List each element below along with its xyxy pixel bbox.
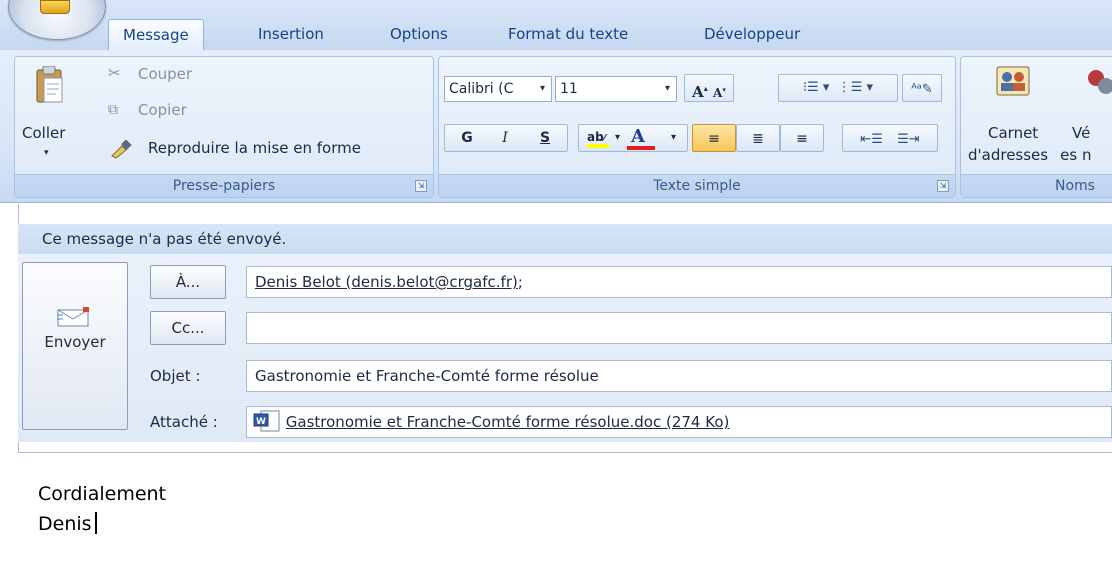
group-clipboard: Presse-papiers ⇲ <box>14 56 434 198</box>
check-names-button[interactable]: Vé les n <box>1060 60 1112 170</box>
info-bar: Ce message n'a pas été envoyé. <box>18 224 1112 254</box>
scissors-icon: ✂ <box>108 64 121 82</box>
subject-value: Gastronomie et Franche-Comté forme résol… <box>255 367 599 385</box>
subject-field[interactable]: Gastronomie et Franche-Comté forme résol… <box>246 360 1112 392</box>
align-center-button[interactable]: ≣ <box>736 124 780 152</box>
indent-group: ⇤☰ ☰⇥ <box>842 124 938 152</box>
grow-shrink-font-group: A▴ A▾ <box>684 74 734 102</box>
check-names-icon <box>1088 70 1112 94</box>
dropdown-arrow-icon: ▾ <box>44 148 49 158</box>
align-left-button[interactable]: ≡ <box>692 124 736 152</box>
body-line-2: Denis <box>38 512 97 535</box>
address-book-button[interactable]: Carnet d'adresses <box>962 60 1058 170</box>
check-names-label-2: les n <box>1060 146 1092 164</box>
numbering-icon[interactable]: ⋮☰ ▾ <box>838 80 873 95</box>
cut-label: Couper <box>138 65 193 83</box>
copy-label: Copier <box>138 101 187 119</box>
dropdown-arrow-icon: ▾ <box>539 83 545 94</box>
attachment-field: W Gastronomie et Franche-Comté forme rés… <box>246 406 1112 438</box>
copy-icon: ⧉ <box>108 102 118 118</box>
body-line-1: Cordialement <box>38 483 167 505</box>
tab-options[interactable]: Options <box>376 19 462 49</box>
increase-indent-icon[interactable]: ☰⇥ <box>897 132 920 147</box>
tab-insertion[interactable]: Insertion <box>244 19 338 49</box>
align-right-button[interactable]: ≡ <box>780 124 824 152</box>
to-button[interactable]: À... <box>150 265 226 299</box>
group-label-names: Noms <box>961 174 1112 197</box>
group-label-basic-text: Texte simple <box>439 174 955 197</box>
info-bar-text: Ce message n'a pas été envoyé. <box>42 230 287 248</box>
tab-message[interactable]: Message <box>108 19 204 51</box>
bold-italic-underline-group: G I S <box>444 124 568 152</box>
send-label: Envoyer <box>44 333 106 351</box>
check-names-label-1: Vé <box>1072 124 1091 142</box>
styles-button[interactable]: ᴬᵃ✎ <box>902 74 942 102</box>
address-book-label-2: d'adresses <box>968 146 1049 164</box>
attachment-label: Attaché : <box>150 413 218 431</box>
decrease-indent-icon[interactable]: ⇤☰ <box>860 132 883 147</box>
color-buttons-group: ab⁄ ▾ A ▾ <box>578 124 688 152</box>
cc-button[interactable]: Cc... <box>150 311 226 345</box>
dropdown-arrow-icon: ▾ <box>664 83 670 94</box>
paste-button[interactable]: Coller ▾ <box>18 60 74 168</box>
dropdown-arrow-icon[interactable]: ▾ <box>671 125 676 151</box>
font-name-combo[interactable]: Calibri (C ▾ <box>444 76 552 102</box>
list-buttons-group: ⁝☰ ▾ ⋮☰ ▾ <box>778 74 898 102</box>
font-name-value: Calibri (C <box>449 81 514 97</box>
send-button[interactable]: Envoyer <box>22 262 128 430</box>
word-document-icon: W <box>253 410 280 432</box>
bullets-icon[interactable]: ⁝☰ ▾ <box>803 80 829 95</box>
shrink-font-icon[interactable]: A▾ <box>713 85 726 100</box>
address-book-label-1: Carnet <box>988 124 1039 142</box>
font-size-value: 11 <box>560 81 578 97</box>
to-separator: ; <box>517 273 523 291</box>
address-book-icon <box>996 66 1030 96</box>
paste-icon <box>36 66 63 103</box>
align-center-icon: ≣ <box>752 131 764 147</box>
to-recipient[interactable]: Denis Belot (denis.belot@crgafc.fr) <box>255 273 518 291</box>
align-right-icon: ≡ <box>796 131 808 147</box>
highlight-icon[interactable]: ab⁄ <box>587 124 609 152</box>
alignment-group: ≡ ≣ ≡ <box>692 124 836 152</box>
dialog-launcher-icon[interactable]: ⇲ <box>415 180 427 192</box>
font-size-combo[interactable]: 11 ▾ <box>555 76 677 102</box>
cc-field[interactable] <box>246 312 1112 344</box>
grow-font-icon[interactable]: A▴ <box>692 83 708 101</box>
body-line-2-text: Denis <box>38 513 92 535</box>
tab-format-du-texte[interactable]: Format du texte <box>494 19 642 49</box>
dialog-launcher-icon[interactable]: ⇲ <box>937 180 949 192</box>
text-caret <box>94 512 97 534</box>
office-button-icon <box>40 0 70 14</box>
styles-icon: ᴬᵃ✎ <box>911 82 933 97</box>
align-left-icon: ≡ <box>708 131 720 147</box>
message-body[interactable] <box>18 452 1112 579</box>
subject-label: Objet : <box>150 367 201 385</box>
paste-label: Coller <box>22 124 66 142</box>
font-color-icon[interactable]: A <box>627 124 655 150</box>
underline-button[interactable]: S <box>531 125 559 151</box>
attachment-link[interactable]: Gastronomie et Franche-Comté forme résol… <box>286 413 730 431</box>
to-field[interactable]: Denis Belot (denis.belot@crgafc.fr); <box>246 266 1112 298</box>
send-icon <box>57 307 89 327</box>
tab-developpeur[interactable]: Développeur <box>690 19 814 49</box>
format-painter-label: Reproduire la mise en forme <box>148 139 361 157</box>
svg-text:W: W <box>256 417 266 427</box>
italic-button[interactable]: I <box>491 125 519 151</box>
dropdown-arrow-icon[interactable]: ▾ <box>615 125 620 151</box>
bold-button[interactable]: G <box>453 125 481 151</box>
format-painter-icon <box>111 140 132 159</box>
group-label-clipboard: Presse-papiers <box>15 174 433 197</box>
